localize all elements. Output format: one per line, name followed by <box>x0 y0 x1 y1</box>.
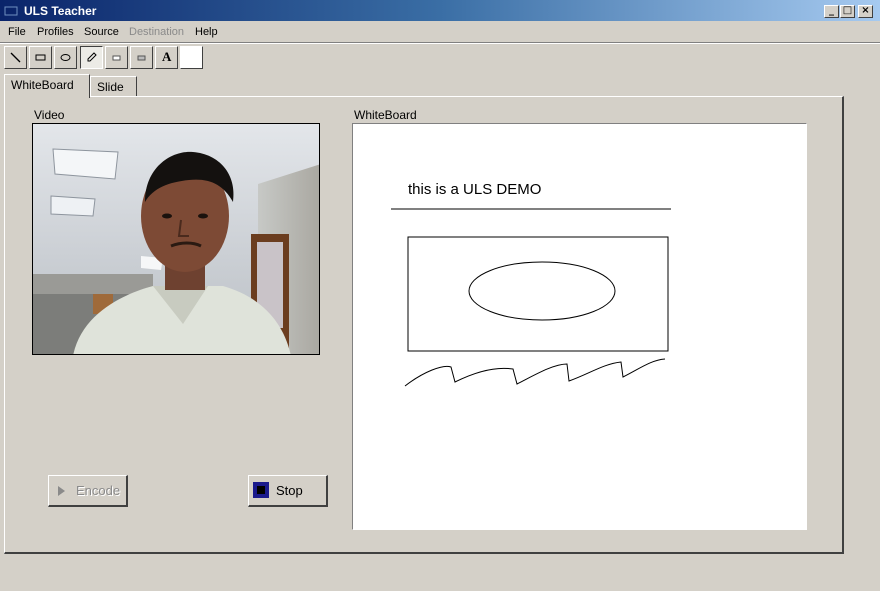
text-icon: A <box>162 49 172 64</box>
text-tool[interactable]: A <box>155 46 178 69</box>
status-bar <box>0 566 880 591</box>
tab-whiteboard[interactable]: WhiteBoard <box>4 74 90 98</box>
menu-separator <box>0 42 880 44</box>
encode-button[interactable]: Encode <box>48 475 128 507</box>
fill-tool[interactable] <box>130 46 153 69</box>
play-icon <box>58 486 65 496</box>
pen-icon <box>87 52 97 62</box>
eraser-icon <box>112 55 121 61</box>
close-icon: × <box>861 5 870 16</box>
fill-icon <box>137 55 146 61</box>
drawn-rectangle <box>407 236 669 352</box>
stop-label: Stop <box>276 483 303 498</box>
window-title: ULS Teacher <box>24 4 97 18</box>
ellipse-tool[interactable] <box>54 46 77 69</box>
stop-icon <box>253 482 269 498</box>
stop-button[interactable]: Stop <box>248 475 328 507</box>
menu-bar: File Profiles Source Destination Help <box>0 22 880 42</box>
drawn-ellipse <box>468 261 616 321</box>
video-image <box>33 124 319 354</box>
eraser-tool[interactable] <box>105 46 128 69</box>
maximize-icon: □ <box>842 5 853 16</box>
menu-destination[interactable]: Destination <box>129 26 184 38</box>
menu-source[interactable]: Source <box>84 26 119 38</box>
color-tool[interactable] <box>180 46 203 69</box>
drawn-squiggle <box>404 358 666 387</box>
close-button[interactable]: × <box>858 5 873 18</box>
video-feed <box>32 123 320 355</box>
rectangle-icon <box>35 54 46 61</box>
minimize-button[interactable]: _ <box>824 5 839 18</box>
video-label: Video <box>34 108 65 122</box>
maximize-button[interactable]: □ <box>840 5 855 18</box>
whiteboard-drawing <box>391 208 671 387</box>
menu-file[interactable]: File <box>8 26 26 38</box>
minimize-icon: _ <box>829 5 834 16</box>
title-bar[interactable]: ULS Teacher _ □ × <box>0 0 880 22</box>
whiteboard-label: WhiteBoard <box>354 108 417 122</box>
line-tool[interactable] <box>4 46 27 69</box>
line-icon <box>10 52 21 63</box>
whiteboard-canvas[interactable]: this is a ULS DEMO <box>352 123 807 530</box>
pen-tool[interactable] <box>80 46 103 69</box>
menu-profiles[interactable]: Profiles <box>37 26 74 38</box>
tab-slide[interactable]: Slide <box>90 76 137 98</box>
menu-help[interactable]: Help <box>195 26 218 38</box>
encode-label: Encode <box>76 483 121 498</box>
app-icon <box>4 6 18 16</box>
ellipse-icon <box>60 54 71 61</box>
rectangle-tool[interactable] <box>29 46 52 69</box>
